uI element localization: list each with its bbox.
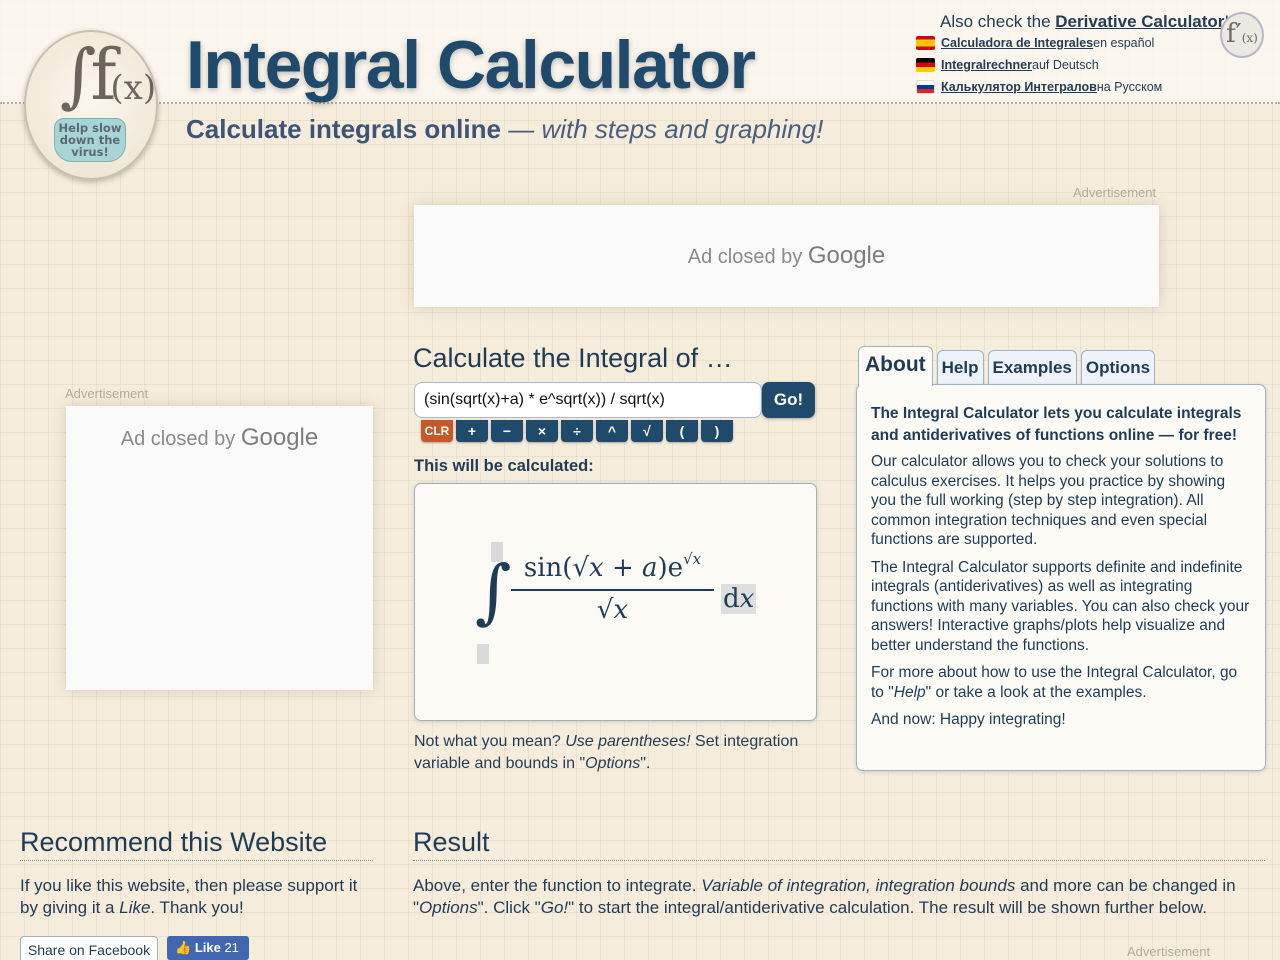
about-paragraph: And now: Happy integrating!: [871, 711, 1066, 728]
info-tabs: About Help Examples Options: [858, 346, 1156, 386]
multiply-key[interactable]: ×: [526, 420, 558, 442]
about-paragraph: Our calculator allows you to check your …: [871, 453, 1226, 548]
site-logo[interactable]: ∫f(x) Help slow down the virus!: [24, 30, 158, 180]
minus-key[interactable]: −: [491, 420, 523, 442]
about-panel: The Integral Calculator lets you calcula…: [856, 384, 1266, 771]
lang-link-spanish: Calculadora de Integrales en español: [916, 36, 1154, 50]
sqrt-key[interactable]: √: [631, 420, 663, 442]
flag-germany-icon: [916, 58, 935, 72]
hint-text: Not what you mean?: [414, 733, 566, 750]
site-title: Integral Calculator: [186, 27, 756, 103]
like-label: Like: [194, 940, 221, 955]
thumbs-up-icon: 👍: [175, 940, 192, 955]
ad-box-left[interactable]: Ad closed by Google: [66, 406, 373, 690]
clear-button[interactable]: CLR: [421, 420, 453, 442]
math-preview: ∫ sin(√x + a)e√x √x dx: [414, 483, 817, 721]
lang-suffix: на Русском: [1096, 80, 1163, 94]
recommend-text: If you like this website, then please su…: [20, 875, 380, 918]
also-check-line: Also check the Derivative Calculator!: [940, 12, 1229, 32]
recommend-like-italic: Like: [119, 897, 151, 917]
result-text-part: Above, enter the function to integrate.: [413, 876, 702, 895]
result-heading: Result: [413, 827, 490, 857]
result-options: Options: [419, 897, 478, 917]
lang-suffix: auf Deutsch: [1032, 58, 1099, 72]
result-text: Above, enter the function to integrate. …: [413, 875, 1273, 918]
google-brand: Google: [240, 424, 319, 451]
flag-russia-icon: [916, 80, 935, 94]
about-paragraph: The Integral Calculator supports definit…: [871, 558, 1250, 654]
function-input[interactable]: (sin(sqrt(x)+a) * e^sqrt(x)) / sqrt(x): [414, 382, 762, 418]
ad-label-top: Advertisement: [1073, 185, 1157, 200]
hint-italic: Use parentheses!: [565, 733, 691, 750]
hint-options: Options: [585, 755, 641, 772]
derivative-calculator-link[interactable]: Derivative Calculator: [1055, 12, 1224, 31]
subtitle-bold: Calculate integrals online: [186, 114, 501, 144]
russian-link[interactable]: Калькулятор Интегралов: [941, 80, 1097, 94]
spanish-link[interactable]: Calculadora de Integrales: [941, 36, 1093, 50]
share-on-facebook-button[interactable]: Share on Facebook: [20, 936, 158, 960]
ad-closed-text: Ad closed by: [687, 246, 808, 268]
hint-text: ".: [640, 755, 651, 772]
ad-box-top[interactable]: Ad closed by Google: [414, 205, 1159, 307]
tab-help[interactable]: Help: [936, 350, 984, 386]
result-divider: [413, 860, 1265, 861]
result-text-part: ". Click ": [477, 897, 541, 917]
close-paren-key[interactable]: ): [701, 420, 733, 442]
lower-bound-placeholder[interactable]: [477, 644, 489, 664]
open-paren-key[interactable]: (: [666, 420, 698, 442]
input-hint: Not what you mean? Use parentheses! Set …: [414, 731, 814, 775]
keypad: CLR + − × ÷ ^ √ ( ): [421, 420, 733, 442]
facebook-like-button[interactable]: 👍 Like 21: [167, 936, 249, 960]
result-italic: Variable of integration, integration bou…: [701, 876, 1016, 895]
about-text: " or take a look at the examples.: [925, 683, 1147, 701]
derivative-calculator-logo-icon[interactable]: f′(x): [1220, 12, 1264, 58]
fraction: sin(√x + a)e√x √x: [511, 550, 714, 625]
tab-examples[interactable]: Examples: [987, 350, 1077, 386]
numerator: sin(√x + a)e√x: [523, 550, 702, 583]
lang-link-russian: Калькулятор Интегралов на Русском: [916, 80, 1162, 94]
tab-options[interactable]: Options: [1080, 350, 1156, 386]
divide-key[interactable]: ÷: [561, 420, 593, 442]
result-text-part: " to start the integral/antiderivative c…: [568, 897, 1207, 917]
ad-closed-text: Ad closed by: [120, 428, 241, 450]
will-be-calculated-label: This will be calculated:: [414, 457, 594, 475]
ad-label-left: Advertisement: [65, 386, 149, 401]
integral-sign-icon: ∫: [475, 550, 512, 632]
recommend-text-part: . Thank you!: [150, 897, 244, 917]
also-check-prefix: Also check the: [940, 12, 1056, 31]
go-button[interactable]: Go!: [762, 382, 815, 418]
logo-mask-badge: Help slow down the virus!: [54, 118, 126, 162]
like-count: 21: [224, 940, 239, 955]
recommend-divider: [20, 860, 373, 861]
lang-suffix: en español: [1093, 36, 1155, 50]
power-key[interactable]: ^: [596, 420, 628, 442]
google-brand: Google: [807, 242, 886, 269]
site-subtitle: Calculate integrals online — with steps …: [186, 114, 823, 145]
about-paragraph: For more about how to use the Integral C…: [871, 663, 1251, 702]
german-link[interactable]: Integralrechner: [941, 58, 1032, 72]
result-go: Go!: [540, 897, 569, 917]
recommend-heading: Recommend this Website: [20, 827, 328, 857]
flag-spain-icon: [916, 36, 935, 50]
fraction-line: [511, 589, 714, 591]
subtitle-italic: — with steps and graphing!: [508, 114, 824, 144]
plus-key[interactable]: +: [456, 420, 488, 442]
lang-link-german: Integralrechner auf Deutsch: [916, 58, 1099, 72]
logo-integral-fx-icon: ∫f(x): [60, 34, 157, 116]
calculator-heading: Calculate the Integral of …: [413, 343, 733, 373]
about-help-ref: Help: [893, 683, 926, 701]
logo-text-line: virus!: [71, 145, 109, 159]
ad-label-bottom: Advertisement: [1127, 944, 1211, 959]
about-lead: The Integral Calculator lets you calcula…: [871, 405, 1242, 444]
denominator: √x: [596, 595, 629, 625]
integration-variable-placeholder[interactable]: dx: [721, 584, 757, 614]
tab-about[interactable]: About: [858, 346, 933, 386]
